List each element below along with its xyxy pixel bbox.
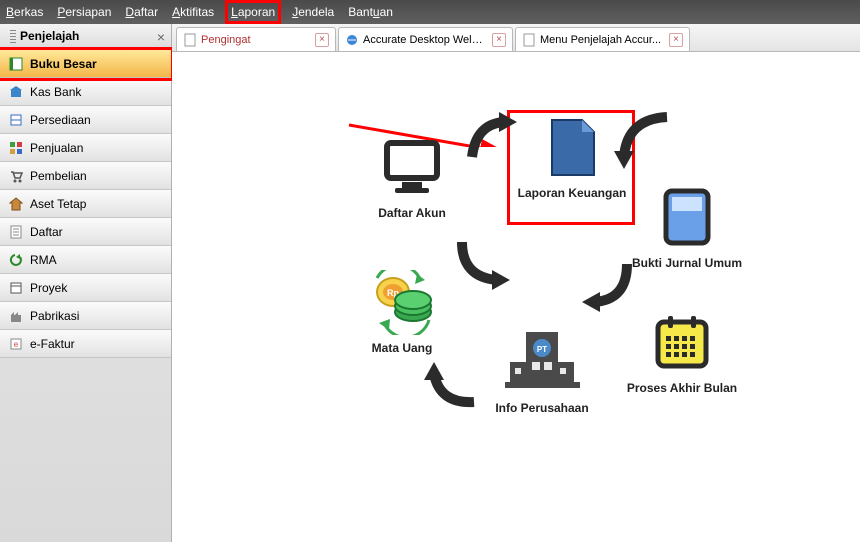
project-icon — [8, 280, 24, 296]
sidebar-item-pembelian[interactable]: Pembelian — [0, 162, 171, 190]
doc-icon — [183, 33, 197, 47]
tab-label: Accurate Desktop Welcome... — [363, 34, 486, 46]
sidebar-item-label: Pembelian — [30, 169, 87, 183]
sidebar-item-label: Kas Bank — [30, 85, 81, 99]
tab-close-icon[interactable]: × — [492, 33, 506, 47]
sidebar-item-kas-bank[interactable]: Kas Bank — [0, 78, 171, 106]
menu-persiapan[interactable]: Persiapan — [57, 5, 111, 19]
flow-label: Laporan Keuangan — [512, 186, 632, 200]
flow-info-perusahaan[interactable]: PT Info Perusahaan — [477, 317, 607, 415]
menu-aktifitas[interactable]: Aktifitas — [172, 5, 214, 19]
tab-pengingat[interactable]: Pengingat × — [176, 27, 336, 51]
cart-icon — [8, 168, 24, 184]
sidebar-item-label: Daftar — [30, 225, 63, 239]
sidebar-header: Penjelajah × — [0, 24, 171, 50]
sidebar-item-label: Persediaan — [30, 113, 91, 127]
book-icon — [8, 56, 24, 72]
menu-bantuan[interactable]: Bantuan — [348, 5, 393, 19]
monitor-icon — [372, 132, 452, 202]
sidebar-item-label: RMA — [30, 253, 57, 267]
list-icon — [8, 224, 24, 240]
journal-icon — [652, 182, 722, 252]
sidebar-item-label: Buku Besar — [30, 57, 97, 71]
sidebar-close-icon[interactable]: × — [157, 29, 165, 45]
menu-laporan[interactable]: Laporan — [228, 3, 278, 21]
sidebar-item-label: Aset Tetap — [30, 197, 86, 211]
menu-berkas[interactable]: Berkas — [6, 5, 43, 19]
tab-close-icon[interactable]: × — [669, 33, 683, 47]
sales-icon — [8, 140, 24, 156]
flow-proses-akhir[interactable]: Proses Akhir Bulan — [617, 307, 747, 395]
bank-icon — [8, 84, 24, 100]
sidebar-item-label: e-Faktur — [30, 337, 75, 351]
company-icon: PT — [497, 317, 587, 397]
tab-penjelajah[interactable]: Menu Penjelajah Accur... × — [515, 27, 690, 51]
main-area: Pengingat × Accurate Desktop Welcome... … — [172, 24, 860, 542]
flow-mata-uang[interactable]: Rp Mata Uang — [352, 267, 452, 355]
sidebar-title: Penjelajah — [20, 29, 79, 43]
rma-icon — [8, 252, 24, 268]
sidebar: Penjelajah × Buku Besar Kas Bank Persedi… — [0, 24, 172, 542]
svg-text:e: e — [14, 340, 19, 349]
flow-label: Proses Akhir Bulan — [617, 381, 747, 395]
sidebar-item-efaktur[interactable]: e e-Faktur — [0, 330, 171, 358]
flow-daftar-akun[interactable]: Daftar Akun — [362, 132, 462, 220]
tab-bar: Pengingat × Accurate Desktop Welcome... … — [172, 24, 860, 52]
efaktur-icon: e — [8, 336, 24, 352]
flow-label: Info Perusahaan — [477, 401, 607, 415]
flow-laporan-keuangan[interactable]: Laporan Keuangan — [512, 112, 632, 200]
flow-label: Bukti Jurnal Umum — [627, 256, 747, 270]
flow-arrow-1 — [452, 232, 522, 292]
report-icon — [537, 112, 607, 182]
currency-icon: Rp — [362, 267, 442, 337]
menu-jendela[interactable]: Jendela — [292, 5, 334, 19]
tab-close-icon[interactable]: × — [315, 33, 329, 47]
tab-label: Pengingat — [201, 34, 309, 46]
sidebar-item-label: Penjualan — [30, 141, 83, 155]
sidebar-item-aset-tetap[interactable]: Aset Tetap — [0, 190, 171, 218]
inventory-icon — [8, 112, 24, 128]
sidebar-item-label: Pabrikasi — [30, 309, 79, 323]
tab-label: Menu Penjelajah Accur... — [540, 34, 663, 46]
menubar: Berkas Persiapan Daftar Aktifitas Lapora… — [0, 0, 860, 24]
calendar-icon — [647, 307, 717, 377]
sidebar-item-buku-besar[interactable]: Buku Besar — [0, 50, 171, 78]
sidebar-item-proyek[interactable]: Proyek — [0, 274, 171, 302]
tab-welcome[interactable]: Accurate Desktop Welcome... × — [338, 27, 513, 51]
flow-bukti-jurnal[interactable]: Bukti Jurnal Umum — [627, 182, 747, 270]
sidebar-item-penjualan[interactable]: Penjualan — [0, 134, 171, 162]
asset-icon — [8, 196, 24, 212]
grip-icon — [10, 30, 16, 44]
svg-text:PT: PT — [536, 345, 546, 354]
flow-label: Mata Uang — [352, 341, 452, 355]
sidebar-item-persediaan[interactable]: Persediaan — [0, 106, 171, 134]
sidebar-item-rma[interactable]: RMA — [0, 246, 171, 274]
sidebar-item-label: Proyek — [30, 281, 67, 295]
sidebar-item-daftar[interactable]: Daftar — [0, 218, 171, 246]
menu-daftar[interactable]: Daftar — [125, 5, 158, 19]
ie-icon — [345, 33, 359, 47]
flow-canvas: Daftar Akun Laporan Keuangan Bukti Jurna… — [172, 52, 860, 542]
doc-icon — [522, 33, 536, 47]
sidebar-nav: Buku Besar Kas Bank Persediaan Penjualan… — [0, 50, 171, 358]
factory-icon — [8, 308, 24, 324]
sidebar-item-pabrikasi[interactable]: Pabrikasi — [0, 302, 171, 330]
flow-label: Daftar Akun — [362, 206, 462, 220]
